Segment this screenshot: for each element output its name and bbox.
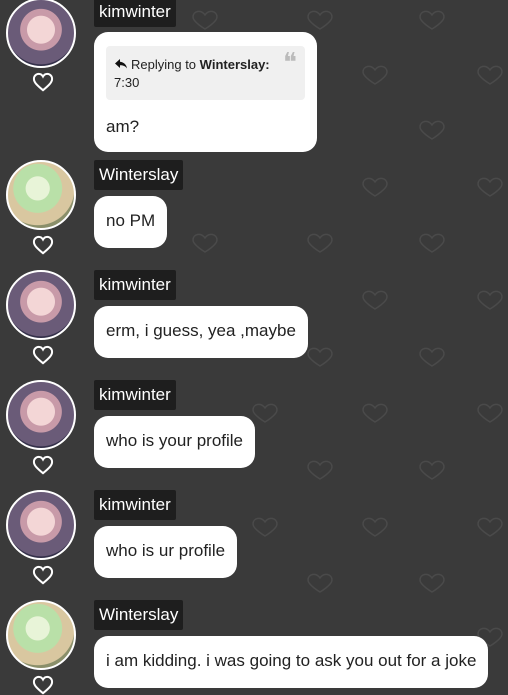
username-tag[interactable]: kimwinter	[94, 270, 176, 300]
username-tag[interactable]: Winterslay	[94, 160, 184, 190]
message-bubble: erm, i guess, yea ,maybe	[94, 306, 308, 358]
quote-mark-icon: ❝	[283, 48, 297, 78]
message-text: who is ur profile	[106, 541, 226, 560]
user-avatar[interactable]	[6, 490, 76, 560]
heart-outline-icon[interactable]	[32, 72, 54, 92]
heart-outline-icon[interactable]	[32, 235, 54, 255]
message-bubble: who is your profile	[94, 416, 256, 468]
heart-outline-icon[interactable]	[32, 345, 54, 365]
reply-target-user: Winterslay:	[199, 57, 270, 72]
message-text: erm, i guess, yea ,maybe	[106, 321, 296, 340]
user-avatar[interactable]	[6, 380, 76, 450]
username-tag[interactable]: kimwinter	[94, 0, 176, 27]
message-text: who is your profile	[106, 431, 244, 450]
message-text: no PM	[106, 211, 156, 230]
reply-prefix: Replying to	[131, 57, 197, 72]
message-bubble: i am kidding. i was going to ask you out…	[94, 636, 489, 688]
user-avatar[interactable]	[6, 160, 76, 230]
reply-arrow-icon	[115, 59, 127, 69]
message-bubble: no PM	[94, 196, 168, 248]
username-tag[interactable]: kimwinter	[94, 490, 176, 520]
username-tag[interactable]: kimwinter	[94, 380, 176, 410]
reply-quote[interactable]: Replying to Winterslay: 7:30 ❝	[106, 46, 305, 100]
message-bubble: who is ur profile	[94, 526, 238, 578]
message-bubble: Replying to Winterslay: 7:30 ❝ am?	[94, 32, 317, 152]
user-avatar[interactable]	[6, 270, 76, 340]
user-avatar[interactable]	[6, 0, 76, 68]
heart-outline-icon[interactable]	[32, 675, 54, 695]
message-text: am?	[106, 117, 140, 136]
heart-outline-icon[interactable]	[32, 565, 54, 585]
user-avatar[interactable]	[6, 600, 76, 670]
message-text: i am kidding. i was going to ask you out…	[106, 651, 477, 670]
username-tag[interactable]: Winterslay	[94, 600, 184, 630]
reply-quoted-text: 7:30	[114, 75, 140, 90]
heart-outline-icon[interactable]	[32, 455, 54, 475]
